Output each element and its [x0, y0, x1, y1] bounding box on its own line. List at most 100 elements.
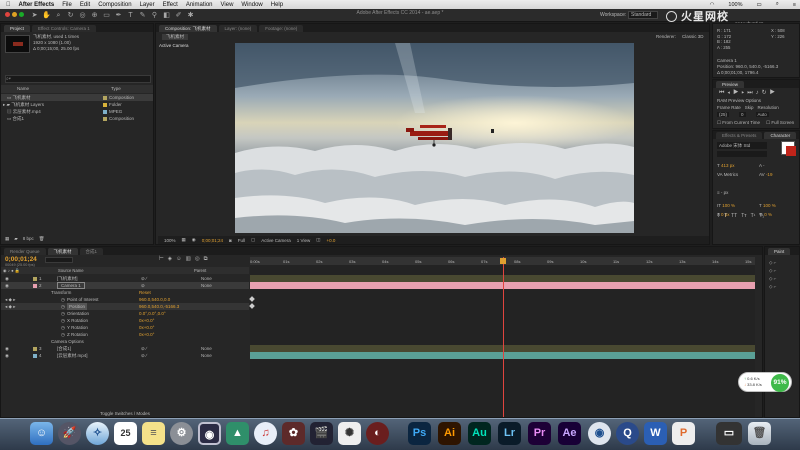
pages-icon[interactable]: P: [672, 422, 695, 445]
faux-bold-button[interactable]: T: [717, 213, 720, 219]
paint-row[interactable]: ◇ ⌐: [769, 275, 776, 283]
itunes-icon[interactable]: ♫: [254, 422, 277, 445]
paint-row[interactable]: ◇ ⌐: [769, 283, 776, 291]
frame-blending-icon[interactable]: ▥: [186, 256, 191, 263]
apple-icon[interactable]: : [6, 2, 11, 8]
tab-render-queue[interactable]: Render Queue: [4, 248, 46, 255]
layer-parent[interactable]: None: [201, 282, 212, 289]
final-cut-pro-icon[interactable]: 🎬: [310, 422, 333, 445]
rotate-tool-icon[interactable]: ↻: [66, 11, 75, 20]
layer-parent[interactable]: None: [201, 275, 212, 282]
from-current-checkbox[interactable]: ☐ From Current Time: [717, 120, 760, 126]
selection-tool-icon[interactable]: ➤: [30, 11, 39, 20]
property-value[interactable]: 0x+0.0°: [139, 331, 154, 338]
quicktime-icon[interactable]: Q: [616, 422, 639, 445]
col-source-name[interactable]: Source Name: [58, 267, 84, 274]
resolution-select[interactable]: Auto: [755, 112, 769, 117]
reset-link[interactable]: Reset: [139, 289, 151, 296]
eraser-tool-icon[interactable]: ◧: [162, 11, 171, 20]
lightroom-icon[interactable]: Lr: [498, 422, 521, 445]
exposure-value[interactable]: +0.0: [326, 238, 335, 243]
full-screen-checkbox[interactable]: ☐ Full Screen: [766, 120, 794, 126]
resolution-select[interactable]: Full: [238, 238, 245, 243]
3d-view-select[interactable]: Active Camera: [261, 238, 291, 243]
new-folder-icon[interactable]: ▰: [14, 236, 17, 242]
keyframe-icon[interactable]: [249, 296, 255, 302]
illustrator-icon[interactable]: Ai: [438, 422, 461, 445]
property-row[interactable]: ◷ Y Rotation 0x+0.0°: [1, 324, 249, 331]
menu-edit[interactable]: Edit: [80, 2, 90, 8]
ram-preview-options[interactable]: RAM Preview Options: [717, 98, 761, 103]
net-speed-widget[interactable]: ↑ 0.6 K/s ↓ 33.8 K/s 91%: [738, 372, 792, 392]
photos-icon[interactable]: ✺: [338, 422, 361, 445]
launchpad-icon[interactable]: 🚀: [58, 422, 81, 445]
property-value[interactable]: 960.0,540.0,-5166.3: [139, 303, 179, 310]
tracking-value[interactable]: -19: [766, 172, 773, 177]
property-value[interactable]: 960.0,540.0,0.0: [139, 296, 170, 303]
timeline-current-time[interactable]: 0;00;01;24: [5, 256, 37, 263]
views-select[interactable]: 1 View: [297, 238, 310, 243]
hand-tool-icon[interactable]: ✋: [42, 11, 51, 20]
snapshot-icon[interactable]: ◉: [192, 237, 196, 243]
renderer-select[interactable]: Classic 3D: [682, 34, 704, 39]
subscript-button[interactable]: T₁: [759, 213, 764, 219]
menu-effect[interactable]: Effect: [163, 2, 178, 8]
pen-tool-icon[interactable]: ✒: [114, 11, 123, 20]
menu-window[interactable]: Window: [241, 2, 262, 8]
menu-help[interactable]: Help: [271, 2, 283, 8]
project-search-input[interactable]: ⌕▾: [5, 75, 151, 83]
layer-parent[interactable]: None: [201, 352, 212, 359]
tab-paint[interactable]: Paint: [768, 248, 791, 255]
menu-view[interactable]: View: [221, 2, 234, 8]
photoshop-icon[interactable]: Ps: [408, 422, 431, 445]
property-row[interactable]: ◷ Z Rotation 0x+0.0°: [1, 331, 249, 338]
comp-mini-flowchart-icon[interactable]: ⊢: [159, 256, 164, 263]
frame-rate-select[interactable]: (25): [717, 112, 730, 117]
shy-icon[interactable]: ☺: [176, 256, 182, 263]
notes-icon[interactable]: ≡: [142, 422, 165, 445]
tab-project[interactable]: Project: [4, 25, 31, 32]
list-item[interactable]: ▭ 飞机素材 Composition: [1, 94, 153, 101]
keyframe-icon[interactable]: [249, 303, 255, 309]
layer-parent[interactable]: None: [201, 345, 212, 352]
tab-effect-controls[interactable]: Effect Controls: Camera 1: [32, 25, 96, 32]
playhead-handle[interactable]: [499, 258, 506, 264]
current-time[interactable]: 0;00;01;24: [202, 238, 223, 243]
type-tool-icon[interactable]: T: [126, 11, 135, 20]
toggle-switches-modes[interactable]: Toggle Switches / Modes: [1, 410, 249, 418]
zoom-icon[interactable]: [17, 11, 26, 20]
table-row[interactable]: ◉ 3 [合成1] ⊘ ∕ None: [1, 345, 249, 352]
ram-preview-icon[interactable]: ▶: [770, 90, 778, 96]
battery-label[interactable]: 100%: [728, 2, 742, 8]
property-value[interactable]: 0x+0.0°: [139, 317, 154, 324]
list-item[interactable]: ▭ 合成1 Composition: [1, 115, 153, 122]
all-caps-button[interactable]: TT: [731, 213, 737, 219]
cinema-4d-icon[interactable]: ◉: [588, 422, 611, 445]
table-row[interactable]: ◉ 2 Camera 1 ⊘ None: [1, 282, 249, 289]
superscript-button[interactable]: T¹: [751, 213, 756, 219]
camera-tool-icon[interactable]: ◎: [78, 11, 87, 20]
puppet-tool-icon[interactable]: ✱: [186, 11, 195, 20]
tab-character[interactable]: Character: [764, 132, 797, 139]
toggle-icon[interactable]: ◫: [316, 237, 320, 243]
grid-icon[interactable]: ▦: [182, 237, 186, 243]
tab-preview[interactable]: Preview: [716, 81, 745, 88]
property-row[interactable]: ◷ X Rotation 0x+0.0°: [1, 317, 249, 324]
draft-3d-icon[interactable]: ◈: [168, 256, 172, 263]
clone-tool-icon[interactable]: ⚲: [150, 11, 159, 20]
menu-animation[interactable]: Animation: [186, 2, 213, 8]
camera-icon[interactable]: ◙: [229, 238, 232, 243]
timeline-search-input[interactable]: [45, 257, 73, 263]
bpc-label[interactable]: 8 bpc: [23, 236, 34, 242]
region-icon[interactable]: ▢: [251, 237, 255, 243]
auto-leading[interactable]: -: [763, 163, 765, 168]
roto-brush-icon[interactable]: ✐: [174, 11, 183, 20]
property-row[interactable]: ◂ ◆ ▸ ◷ Position 960.0,540.0,-5166.3: [1, 303, 249, 310]
tab-composition[interactable]: Composition: 飞机素材: [159, 25, 217, 32]
finder-icon[interactable]: ☺: [30, 422, 53, 445]
last-frame-icon[interactable]: ⏭: [747, 90, 755, 96]
property-value[interactable]: 0x+0.0°: [139, 324, 154, 331]
leading-value[interactable]: - px: [721, 190, 729, 195]
skip-select[interactable]: 0: [739, 112, 746, 117]
timeline-tracks[interactable]: 0:00s 01s 02s 03s 04s 05s 06s 07s 08s 09s 10s 11s 12…: [249, 257, 755, 417]
